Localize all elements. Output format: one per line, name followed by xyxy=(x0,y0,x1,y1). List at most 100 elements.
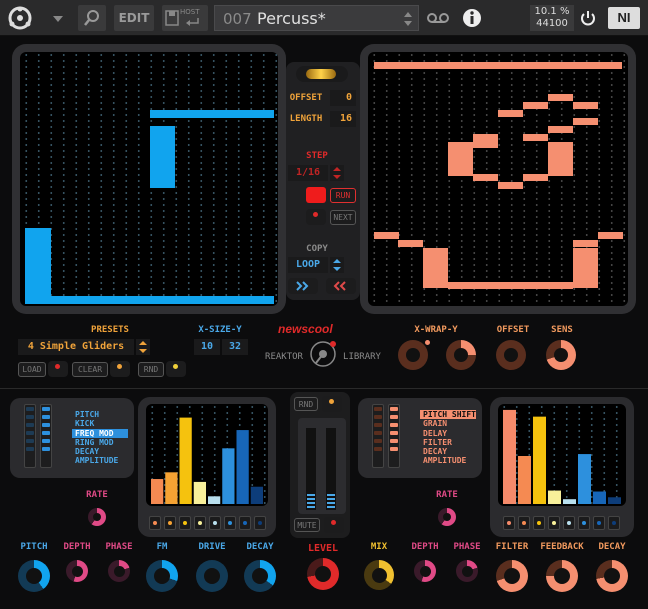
preset-name: Percuss* xyxy=(257,9,326,28)
step-toggle[interactable] xyxy=(209,516,221,530)
step-toggle[interactable] xyxy=(608,516,620,530)
target-item[interactable]: KICK xyxy=(72,419,128,428)
next-button[interactable]: NEXT xyxy=(330,210,356,225)
search-button[interactable] xyxy=(78,5,106,31)
step-toggle[interactable] xyxy=(593,516,605,530)
control-knob[interactable] xyxy=(108,560,130,582)
target-item-selected[interactable]: FREQ MOD xyxy=(72,428,128,438)
copy-left-button[interactable] xyxy=(326,278,356,294)
offset-field[interactable]: 0 xyxy=(330,90,356,106)
knob-label: PHASE xyxy=(105,542,133,552)
tape-deck-icon[interactable] xyxy=(424,8,452,28)
wrap-offset-knob[interactable] xyxy=(496,340,526,370)
clear-led-button[interactable] xyxy=(110,361,130,377)
save-host-button[interactable]: HOST xyxy=(162,5,208,31)
center-rnd-led-button[interactable] xyxy=(322,396,342,412)
step-toggle[interactable] xyxy=(179,516,191,530)
step-toggle[interactable] xyxy=(548,516,560,530)
presets-selector[interactable]: 4 Simple Gliders xyxy=(18,339,134,355)
step-toggle[interactable] xyxy=(518,516,530,530)
presets-stepper[interactable] xyxy=(136,339,150,355)
target-item[interactable]: AMPLITUDE xyxy=(420,456,476,465)
target-item[interactable]: RING MOD xyxy=(72,438,128,447)
center-rnd-button[interactable]: RND xyxy=(294,397,318,411)
knob-label: PHASE xyxy=(453,542,481,552)
rnd-button[interactable]: RND xyxy=(138,362,164,377)
control-knob[interactable] xyxy=(364,560,394,590)
run-button[interactable]: RUN xyxy=(330,188,356,203)
edit-button[interactable]: EDIT xyxy=(114,5,154,31)
preset-selector[interactable]: 007 Percuss* xyxy=(214,5,419,31)
left-seq-column-b[interactable] xyxy=(40,404,52,468)
left-rate-knob[interactable] xyxy=(88,508,106,526)
right-seq-column-b[interactable] xyxy=(388,404,400,468)
step-toggle[interactable] xyxy=(164,516,176,530)
clear-button[interactable]: CLEAR xyxy=(72,362,108,377)
step-rate-stepper[interactable] xyxy=(330,165,344,181)
left-cell-grid[interactable] xyxy=(20,52,278,306)
left-rate-label: RATE xyxy=(86,490,108,500)
power-icon xyxy=(581,11,595,26)
target-item[interactable]: DECAY xyxy=(72,447,128,456)
step-toggle[interactable] xyxy=(254,516,266,530)
load-button[interactable]: LOAD xyxy=(18,362,46,377)
level-meter xyxy=(298,418,346,514)
reaktor-logo-icon[interactable] xyxy=(6,5,34,31)
step-toggle[interactable] xyxy=(533,516,545,530)
power-button[interactable] xyxy=(578,8,598,28)
target-item-selected[interactable]: PITCH SHIFT xyxy=(420,410,476,420)
target-item[interactable]: DECAY xyxy=(420,447,476,456)
step-toggle[interactable] xyxy=(503,516,515,530)
copy-mode-stepper[interactable] xyxy=(330,257,344,273)
right-target-list[interactable]: PITCH SHIFT GRAIN DELAY FILTER DECAY AMP… xyxy=(420,410,476,466)
copy-right-button[interactable] xyxy=(288,278,318,294)
control-knob[interactable] xyxy=(196,560,228,592)
step-toggle[interactable] xyxy=(149,516,161,530)
copy-mode-field[interactable]: LOOP xyxy=(288,257,328,273)
target-item[interactable]: AMPLITUDE xyxy=(72,456,128,465)
step-rate-field[interactable]: 1/16 xyxy=(288,165,328,181)
control-knob[interactable] xyxy=(66,560,88,582)
step-control-panel: OFFSET 0 LENGTH 16 STEP 1/16 RUN NEXT CO… xyxy=(286,62,360,300)
level-knob[interactable] xyxy=(307,558,339,590)
right-seq-column-a[interactable] xyxy=(372,404,384,468)
control-knob[interactable] xyxy=(546,560,578,592)
mute-led-button[interactable] xyxy=(324,517,344,533)
control-knob[interactable] xyxy=(414,560,436,582)
target-item[interactable]: PITCH xyxy=(72,410,128,419)
control-knob[interactable] xyxy=(456,560,478,582)
control-knob[interactable] xyxy=(146,560,178,592)
size-x-field[interactable]: 10 xyxy=(194,339,220,355)
step-toggle[interactable] xyxy=(194,516,206,530)
step-toggle[interactable] xyxy=(224,516,236,530)
length-field[interactable]: 16 xyxy=(330,111,356,127)
grid-cell-block xyxy=(25,296,274,304)
target-item[interactable]: DELAY xyxy=(420,429,476,438)
left-seq-column-a[interactable] xyxy=(24,404,36,468)
load-led-button[interactable] xyxy=(48,361,68,377)
right-cell-grid[interactable] xyxy=(368,52,628,306)
step-toggle[interactable] xyxy=(578,516,590,530)
run-led-button[interactable] xyxy=(306,187,326,203)
step-toggle[interactable] xyxy=(563,516,575,530)
size-y-field[interactable]: 32 xyxy=(222,339,248,355)
right-rate-knob[interactable] xyxy=(438,508,456,526)
target-item[interactable]: GRAIN xyxy=(420,419,476,428)
next-led-button[interactable] xyxy=(306,209,326,225)
target-item[interactable]: FILTER xyxy=(420,438,476,447)
control-knob[interactable] xyxy=(596,560,628,592)
rnd-led-button[interactable] xyxy=(166,361,186,377)
sens-knob[interactable] xyxy=(546,340,576,370)
mute-button[interactable]: MUTE xyxy=(294,518,320,532)
control-knob[interactable] xyxy=(18,560,50,592)
knob-label: DEPTH xyxy=(63,542,91,552)
step-toggle[interactable] xyxy=(239,516,251,530)
preset-stepper-icon[interactable] xyxy=(402,10,414,28)
wrap-x-knob[interactable] xyxy=(398,340,428,370)
wrap-y-knob[interactable] xyxy=(446,340,476,370)
control-knob[interactable] xyxy=(244,560,276,592)
control-knob[interactable] xyxy=(496,560,528,592)
left-target-list[interactable]: PITCH KICK FREQ MOD RING MOD DECAY AMPLI… xyxy=(72,410,128,466)
info-button[interactable] xyxy=(458,5,486,31)
menu-dropdown-icon[interactable] xyxy=(48,8,68,28)
